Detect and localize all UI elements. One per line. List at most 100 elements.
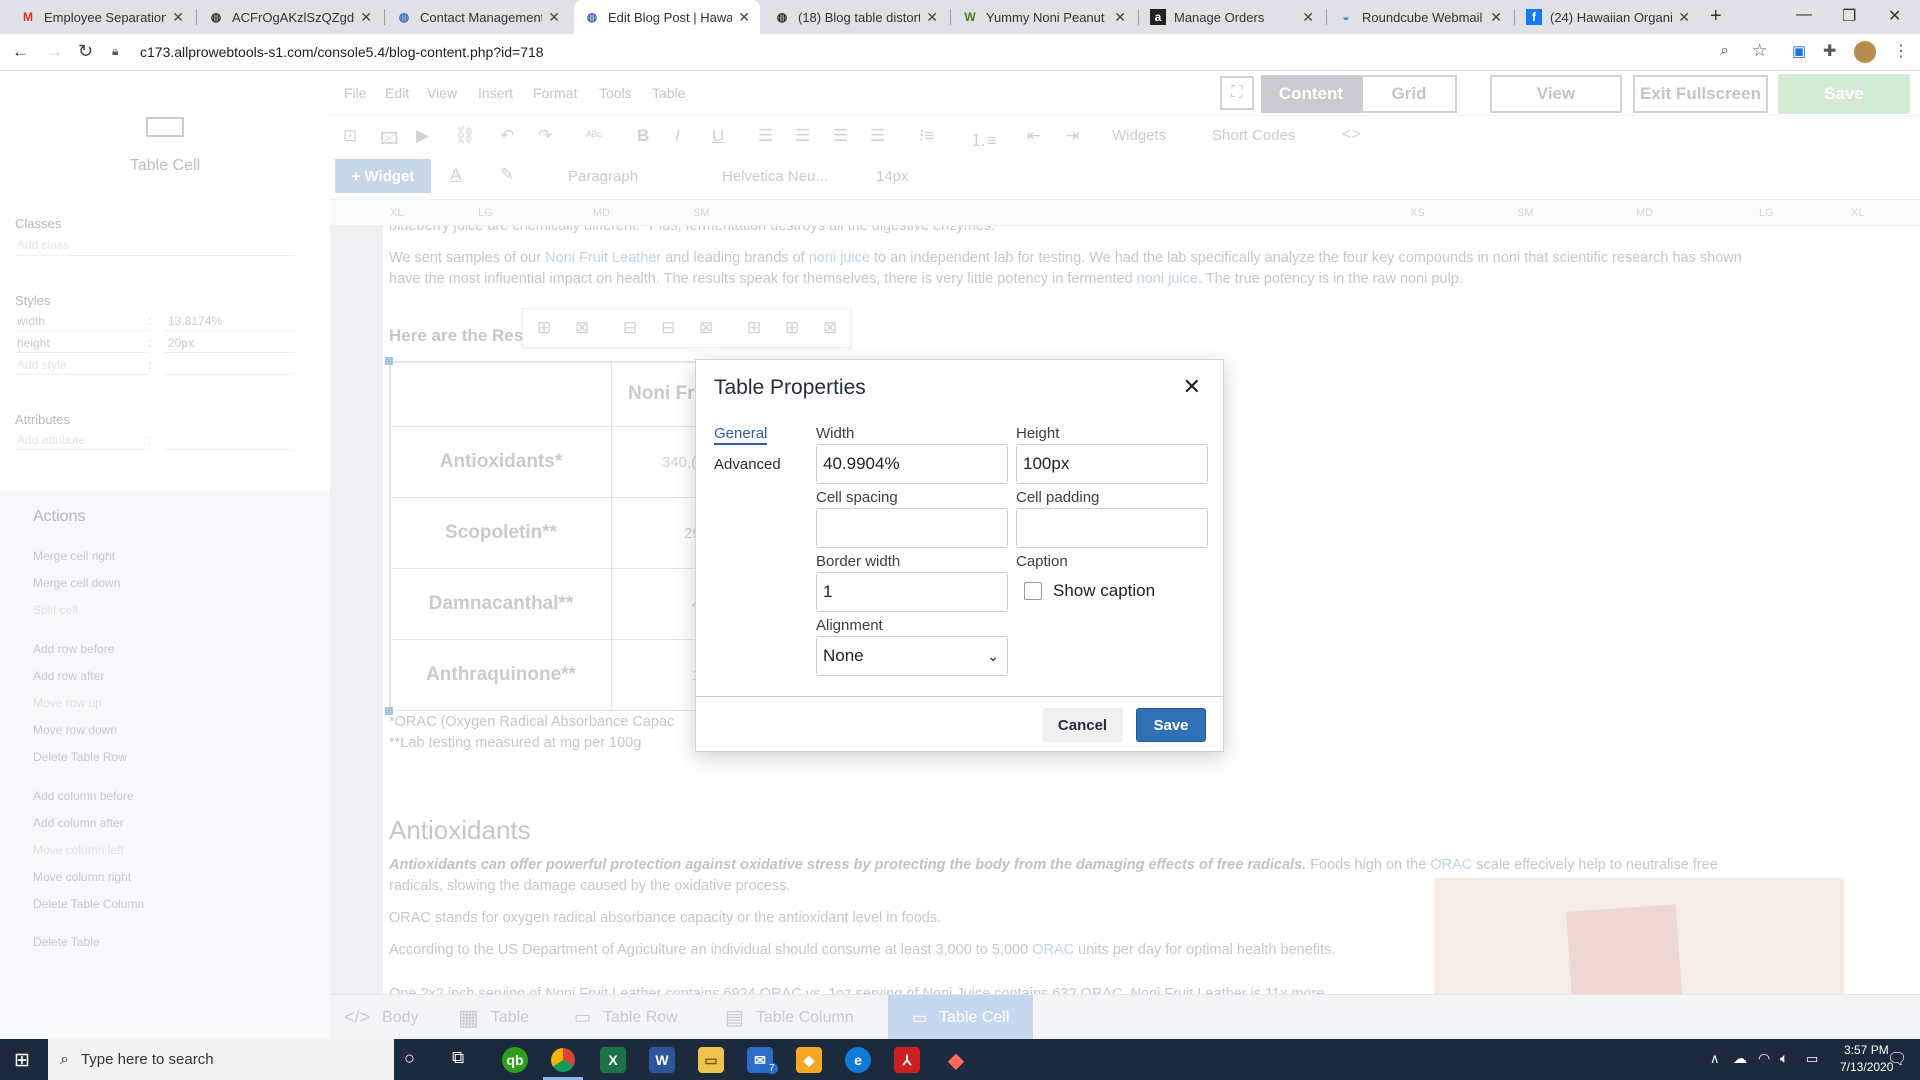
font-size-dropdown[interactable]: 14px xyxy=(876,168,909,185)
quickbooks-icon[interactable]: qb xyxy=(502,1047,528,1073)
insert-template-icon[interactable]: ⊡ xyxy=(343,126,357,146)
widgets-dropdown[interactable]: Widgets xyxy=(1112,127,1166,144)
forward-icon[interactable]: → xyxy=(46,42,63,62)
reload-icon[interactable]: ↻ xyxy=(78,41,93,62)
delete-table-action[interactable]: Delete Table xyxy=(33,935,100,949)
browser-tab[interactable]: f (24) Hawaiian Organic ✕ xyxy=(1516,0,1700,34)
menu-format[interactable]: Format xyxy=(533,85,577,101)
align-right-icon[interactable]: ☰ xyxy=(833,126,848,146)
close-window-icon[interactable]: ✕ xyxy=(1888,6,1901,26)
add-attribute-input[interactable]: Add attribute xyxy=(17,433,85,447)
paint-app-icon[interactable]: ◆ xyxy=(943,1047,969,1073)
save-button[interactable]: Save xyxy=(1136,708,1206,742)
source-code-icon[interactable]: <> xyxy=(1342,126,1361,144)
table-cell[interactable]: Scopoletin** xyxy=(390,497,612,569)
height-field[interactable]: 100px xyxy=(1016,444,1208,484)
show-caption-checkbox[interactable] xyxy=(1024,582,1042,600)
close-tab-icon[interactable]: ✕ xyxy=(738,9,750,26)
link[interactable]: ORAC xyxy=(1032,942,1074,958)
cell-spacing-field[interactable] xyxy=(816,508,1008,548)
insert-row-after-icon[interactable]: ⊟ xyxy=(661,318,675,338)
show-hidden-icons[interactable]: ∧ xyxy=(1710,1051,1720,1067)
highlight-icon[interactable]: ✎ xyxy=(500,165,514,185)
clock-time[interactable]: 3:57 PM xyxy=(1844,1043,1889,1057)
outdent-icon[interactable]: ⇤ xyxy=(1027,126,1041,146)
bookmark-star-icon[interactable]: ☆ xyxy=(1752,41,1767,61)
table-cell[interactable]: Antioxidants* xyxy=(390,426,612,498)
style-key[interactable]: width xyxy=(17,314,45,328)
underline-icon[interactable]: U xyxy=(712,126,724,146)
bold-icon[interactable]: B xyxy=(637,126,649,146)
border-width-field[interactable]: 1 xyxy=(816,572,1008,612)
show-caption-label[interactable]: Show caption xyxy=(1053,581,1155,601)
insert-row-before-icon[interactable]: ⊟ xyxy=(623,318,637,338)
delete-column-icon[interactable]: ⊠ xyxy=(823,318,837,338)
notifications-icon[interactable]: 🗨︎ xyxy=(1887,1049,1907,1069)
add-row-after-action[interactable]: Add row after xyxy=(33,669,104,683)
add-column-after-action[interactable]: Add column after xyxy=(33,816,124,830)
delete-table-row-action[interactable]: Delete Table Row xyxy=(33,750,127,764)
browser-tab[interactable]: ◍ (18) Blog table distorts ✕ xyxy=(764,0,948,34)
taskbar-search[interactable]: ⌕ Type here to search xyxy=(48,1039,394,1080)
move-column-right-action[interactable]: Move column right xyxy=(33,870,131,884)
youtube-icon[interactable]: ▶ xyxy=(416,126,429,146)
sticky-notes-icon[interactable]: ◆ xyxy=(796,1047,822,1073)
close-tab-icon[interactable]: ✕ xyxy=(1114,9,1126,26)
url-field[interactable]: c173.allprowebtools-s1.com/console5.4/bl… xyxy=(140,34,544,71)
move-row-down-action[interactable]: Move row down xyxy=(33,723,117,737)
view-button[interactable]: View xyxy=(1490,75,1622,113)
delete-row-icon[interactable]: ⊠ xyxy=(699,318,713,338)
add-column-before-action[interactable]: Add column before xyxy=(33,789,134,803)
close-tab-icon[interactable]: ✕ xyxy=(1302,9,1314,26)
zoom-icon[interactable]: ⌕ xyxy=(1720,42,1729,60)
noni-fruit-leather-image[interactable] xyxy=(1434,878,1844,994)
table-cell[interactable]: Anthraquinone** xyxy=(390,639,612,711)
excel-icon[interactable]: X xyxy=(600,1047,626,1073)
breadcrumb-table-row[interactable]: ▭ Table Row xyxy=(574,995,678,1040)
table-properties-icon[interactable]: ⊞ xyxy=(537,318,551,338)
language-icon[interactable]: ▭ xyxy=(1806,1051,1818,1067)
volume-icon[interactable]: 🔈︎ xyxy=(1780,1050,1788,1067)
new-tab-icon[interactable]: + xyxy=(1710,5,1722,28)
browser-tab[interactable]: ◒ Roundcube Webmail :: ✕ xyxy=(1328,0,1512,34)
breadcrumb-body[interactable]: </> Body xyxy=(344,995,419,1040)
cancel-button[interactable]: Cancel xyxy=(1042,708,1123,742)
menu-file[interactable]: File xyxy=(344,85,367,101)
close-tab-icon[interactable]: ✕ xyxy=(1678,9,1690,26)
browser-tab-active[interactable]: ◍ Edit Blog Post | Hawaii ✕ xyxy=(574,0,760,34)
block-format-dropdown[interactable]: Paragraph xyxy=(568,168,638,185)
content-mode-button[interactable]: Content xyxy=(1261,75,1361,113)
merge-cell-down-action[interactable]: Merge cell down xyxy=(33,576,120,590)
windows-start-icon[interactable]: ⊞ xyxy=(14,1049,30,1072)
save-page-button[interactable]: Save xyxy=(1778,74,1910,114)
style-value[interactable]: 13.8174% xyxy=(168,314,222,328)
onedrive-icon[interactable]: ☁ xyxy=(1733,1050,1747,1067)
numbered-list-icon[interactable]: ⒈≡ xyxy=(970,126,997,151)
close-icon[interactable]: ✕ xyxy=(1183,374,1201,400)
lock-icon[interactable]: 🔒︎ xyxy=(112,44,118,59)
browser-tab[interactable]: M Employee Separation F ✕ xyxy=(10,0,194,34)
menu-view[interactable]: View xyxy=(427,85,457,101)
menu-table[interactable]: Table xyxy=(652,85,685,101)
task-view-icon[interactable]: ⧉ xyxy=(452,1048,464,1068)
undo-icon[interactable]: ↶ xyxy=(500,126,514,146)
edge-icon[interactable]: e xyxy=(845,1047,871,1073)
insert-column-before-icon[interactable]: ⊞ xyxy=(747,318,761,338)
close-tab-icon[interactable]: ✕ xyxy=(548,9,560,26)
tab-advanced[interactable]: Advanced xyxy=(714,456,781,473)
link[interactable]: noni juice xyxy=(1137,271,1198,287)
spellcheck-icon[interactable]: ᴬᴮᶜ xyxy=(586,128,602,143)
clock-date[interactable]: 7/13/2020 xyxy=(1840,1060,1893,1074)
style-value[interactable]: 20px xyxy=(168,336,194,350)
move-row-up-action[interactable]: Move row up xyxy=(33,696,102,710)
delete-table-icon[interactable]: ⊠ xyxy=(575,318,589,338)
minimize-icon[interactable]: — xyxy=(1796,6,1812,24)
link[interactable]: noni juice xyxy=(809,250,870,266)
fullscreen-icon[interactable]: ⛶ xyxy=(1220,76,1254,110)
add-class-input[interactable]: Add class xyxy=(17,238,69,252)
link[interactable]: Noni Fruit Leather xyxy=(545,250,661,266)
width-field[interactable]: 40.9904% xyxy=(816,444,1008,484)
merge-cell-right-action[interactable]: Merge cell right xyxy=(33,549,115,563)
close-tab-icon[interactable]: ✕ xyxy=(360,9,372,26)
close-tab-icon[interactable]: ✕ xyxy=(926,9,938,26)
